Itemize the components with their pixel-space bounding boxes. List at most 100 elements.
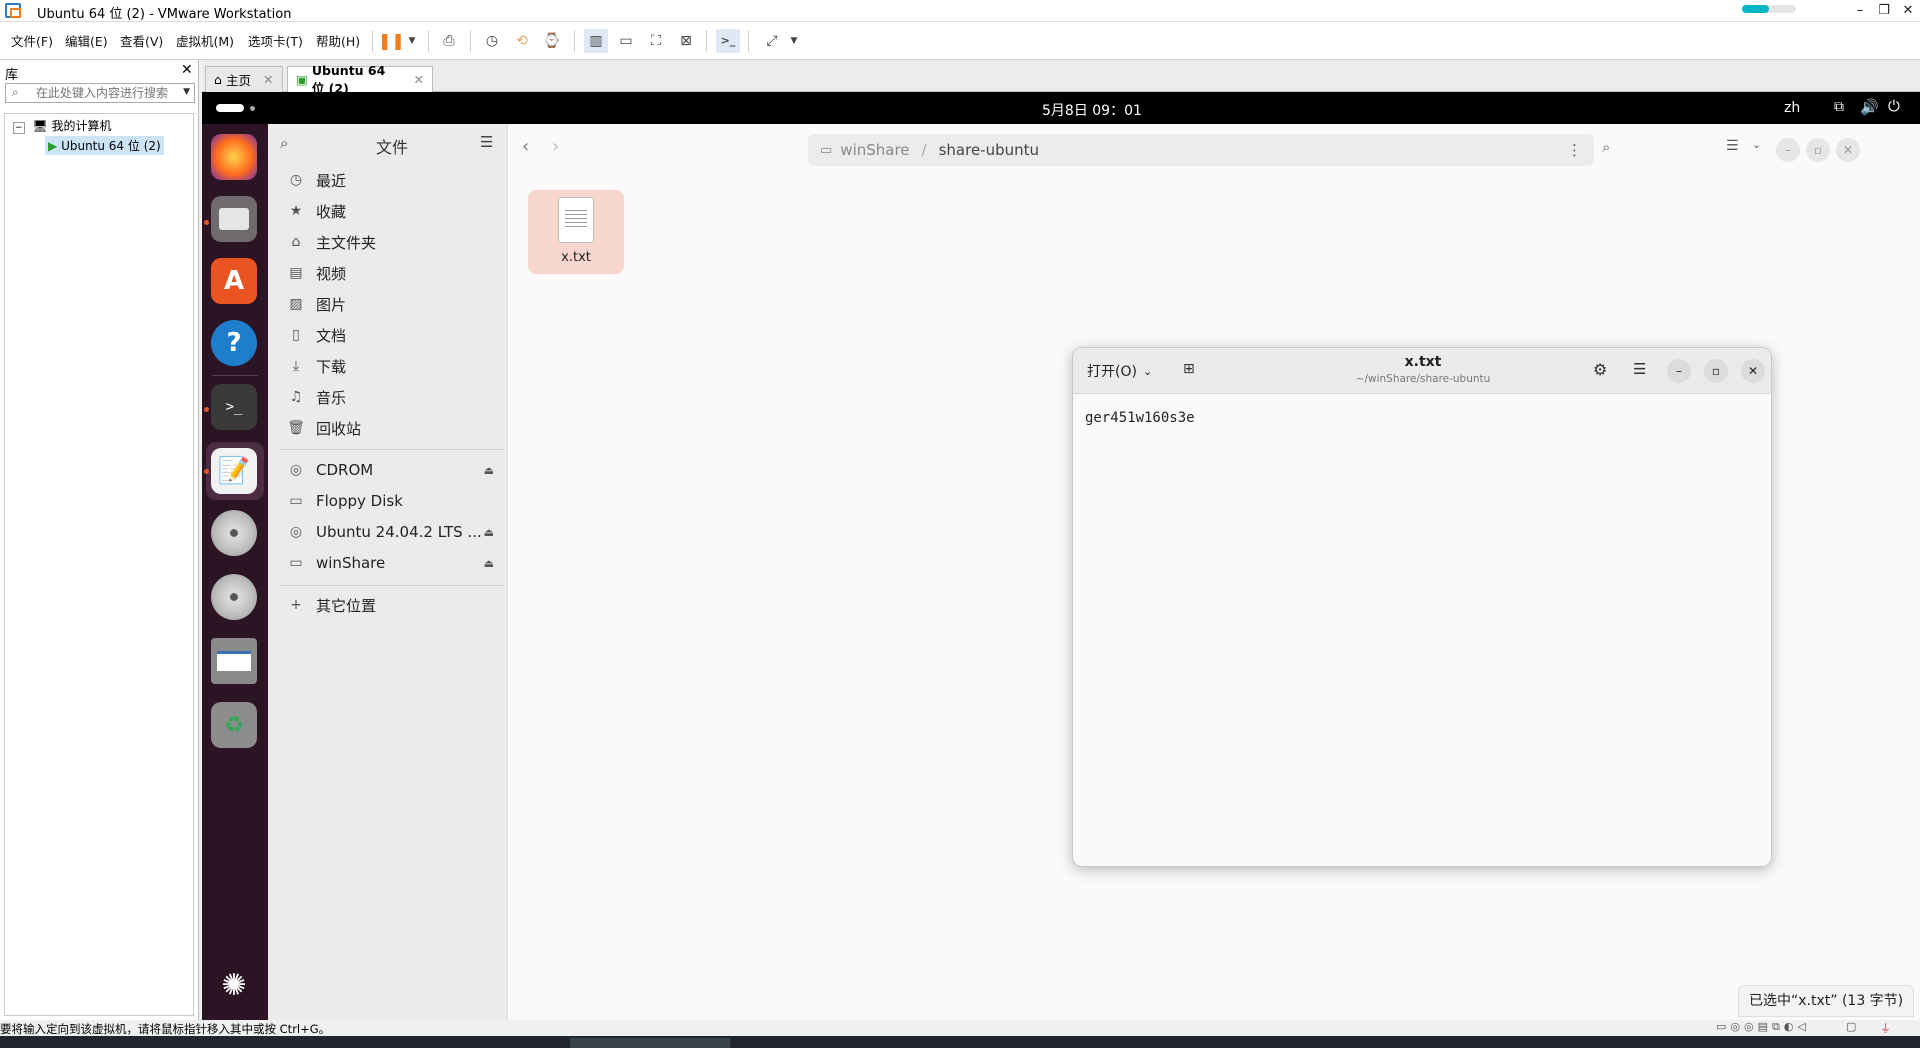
console-view-icon[interactable]: >_ [716,29,740,53]
send-ctrl-alt-del-icon[interactable]: ⎙ [437,29,461,53]
workspace-indicator-icon[interactable] [216,104,244,112]
close-button[interactable]: ✕ [1896,0,1920,22]
sidebar-item-other-locations[interactable]: + 其它位置 [286,590,496,620]
file-item[interactable]: x.txt [528,190,624,274]
library-search-input[interactable] [36,85,176,101]
sidebar-item-label: 音乐 [316,388,347,407]
tree-item-my-computer[interactable]: − 🖥 我的计算机 [13,117,111,134]
path-menu-icon[interactable]: ⋮ [1567,141,1582,159]
menu-icon[interactable]: ☰ [480,133,493,151]
menu-view[interactable]: 查看(V) [120,31,163,50]
library-toggle-icon[interactable]: ▥ [584,29,608,53]
text-editor-icon[interactable]: 📝 [211,448,257,494]
menu-file[interactable]: 文件(F) [11,31,53,50]
help-icon[interactable]: ? [211,320,257,366]
sidebar-item-floppy[interactable]: ▭ Floppy Disk [286,486,496,516]
editor-text-area[interactable]: ger451w160s3e [1085,410,1195,426]
search-folder-icon[interactable]: ⌕ [1602,138,1610,156]
maximize-icon[interactable]: ▫ [1806,138,1830,162]
eject-icon[interactable]: ⏏ [484,557,494,570]
menu-icon[interactable]: ☰ [1633,360,1646,378]
sidebar-item-music[interactable]: ♫ 音乐 [286,382,496,412]
maximize-icon[interactable]: ▫ [1704,359,1728,383]
terminal-icon[interactable]: >_ [211,384,257,430]
device-status-icons[interactable]: ▭◎◎▤⧉◐◁ [1716,1020,1810,1034]
forward-icon[interactable]: › [552,136,559,157]
optical-disc-icon[interactable] [211,574,257,620]
menu-tabs[interactable]: 选项卡(T) [248,31,303,50]
sidebar-item-trash[interactable]: 🗑 回收站 [286,413,496,443]
close-tab-icon[interactable]: ✕ [414,72,424,87]
sidebar-item-videos[interactable]: ▤ 视频 [286,258,496,288]
tab-ubuntu[interactable]: ▣ Ubuntu 64 位 (2) ✕ [287,63,433,96]
unity-icon[interactable]: ⊠ [674,29,698,53]
fullscreen-icon[interactable]: ⛶ [644,29,668,53]
eject-icon[interactable]: ⏏ [484,526,494,539]
back-icon[interactable]: ‹ [522,136,529,157]
cdrom-icon[interactable] [211,510,257,556]
ubuntu-dock: A ? >_ 📝 ♻ ✺ [202,124,268,1020]
tab-home[interactable]: ⌂ 主页 ✕ [205,66,283,92]
tree-item-label: Ubuntu 64 位 (2) [61,139,161,153]
settings-icon[interactable]: ⚙ [1593,360,1607,379]
stretch-guest-icon[interactable]: ⤢ [760,29,784,53]
path-segment-winshare[interactable]: winShare [840,141,909,159]
sidebar-item-home[interactable]: ⌂ 主文件夹 [286,227,496,257]
chevron-down-icon[interactable]: ▼ [782,29,806,53]
sidebar-item-documents[interactable]: ▯ 文档 [286,320,496,350]
workspace-dot-icon[interactable] [250,106,255,111]
sidebar-item-starred[interactable]: ★ 收藏 [286,196,496,226]
library-close-icon[interactable]: ✕ [181,62,193,78]
taskbar-item[interactable] [570,1038,730,1048]
sidebar-item-downloads[interactable]: ⤓ 下载 [286,351,496,381]
library-search[interactable]: ⌕ ▼ [5,83,195,103]
close-icon[interactable]: ✕ [1741,359,1765,383]
vm-screen[interactable]: 5月8日 09：01 zh ⧉ 🔊 ⏻ A ? >_ 📝 ♻ ✺ ⌕ 文件 ☰ … [202,92,1920,1020]
path-separator: / [921,141,927,159]
menu-vm[interactable]: 虚拟机(M) [176,31,234,50]
sidebar-item-winshare[interactable]: ▭ winShare ⏏ [286,548,496,578]
tree-item-ubuntu[interactable]: ▶ Ubuntu 64 位 (2) [45,136,164,155]
app-center-icon[interactable]: A [211,258,257,304]
menu-help[interactable]: 帮助(H) [316,31,360,50]
network-icon[interactable]: ⧉ [1834,99,1844,115]
running-indicator-icon [204,220,209,225]
message-log-icon[interactable]: ▢ [1846,1020,1856,1033]
sidebar-item-cdrom[interactable]: ◎ CDROM ⏏ [286,455,496,485]
input-method-indicator[interactable]: zh [1784,100,1800,116]
close-tab-icon[interactable]: ✕ [263,72,273,87]
show-apps-icon[interactable]: ✺ [211,962,257,1008]
gnome-clock[interactable]: 5月8日 09：01 [1042,100,1142,120]
thumbnail-bar-icon[interactable]: ▭ [614,29,638,53]
pause-icon[interactable]: ❚❚ [378,29,405,53]
chevron-down-icon[interactable]: ▼ [400,29,424,53]
sidebar-item-recent[interactable]: ◷ 最近 [286,165,496,195]
minimize-button[interactable]: – [1848,0,1872,22]
eject-icon[interactable]: ⏏ [484,464,494,477]
revert-snapshot-icon[interactable]: ⟲ [510,29,534,53]
download-icon: ⤓ [292,358,300,374]
minimize-icon[interactable]: – [1776,138,1800,162]
floppy-disk-icon[interactable] [211,638,257,684]
search-icon[interactable]: ⌕ [280,134,288,152]
snapshot-icon[interactable]: ◷ [480,29,504,53]
maximize-button[interactable]: ❐ [1872,0,1896,22]
firefox-icon[interactable] [211,134,257,180]
usb-icon[interactable]: ⏚ [1880,1020,1891,1036]
sidebar-item-ubuntu-media[interactable]: ◎ Ubuntu 24.04.2 LTS ... ⏏ [286,517,496,547]
close-icon[interactable]: ✕ [1836,138,1860,162]
power-icon[interactable]: ⏻ [1888,97,1900,115]
status-message: 要将输入定向到该虚拟机，请将鼠标指针移入其中或按 Ctrl+G。 [0,1022,331,1036]
view-options-chevron-icon[interactable]: ⌄ [1752,138,1761,151]
snapshot-manager-icon[interactable]: ⌚ [540,29,564,53]
collapse-icon[interactable]: − [13,122,25,134]
sidebar-item-pictures[interactable]: ▨ 图片 [286,289,496,319]
menu-edit[interactable]: 编辑(E) [65,31,108,50]
chevron-down-icon[interactable]: ▼ [183,87,190,97]
trash-icon[interactable]: ♻ [211,702,257,748]
volume-icon[interactable]: 🔊 [1860,98,1879,116]
files-icon[interactable] [211,196,257,242]
path-segment-share-ubuntu[interactable]: share-ubuntu [939,141,1039,159]
list-view-icon[interactable]: ☰ [1726,138,1739,154]
minimize-icon[interactable]: – [1667,359,1691,383]
